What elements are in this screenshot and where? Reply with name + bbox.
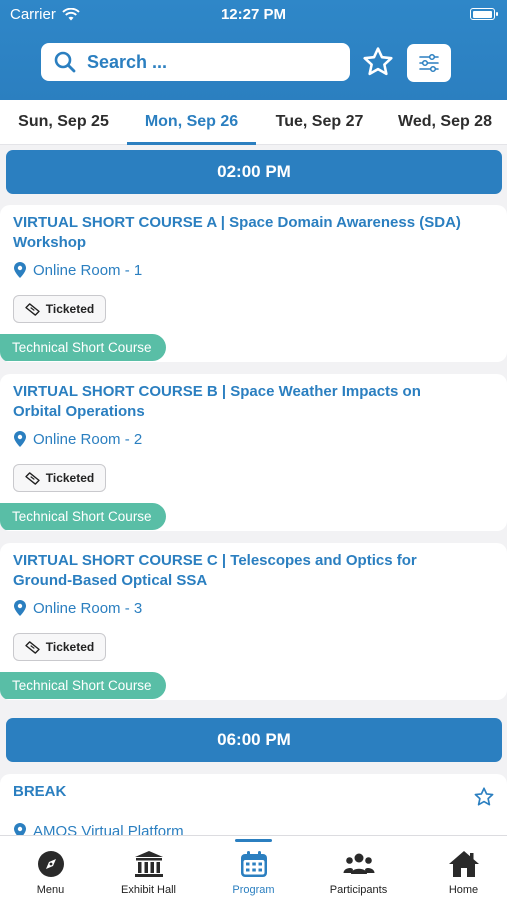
nav-label: Home [448, 884, 479, 896]
ticket-icon [25, 640, 40, 654]
compass-icon [35, 848, 67, 880]
ticketed-badge: Ticketed [13, 464, 106, 492]
ticket-icon [25, 302, 40, 316]
battery-icon [470, 8, 498, 20]
tab-wed-sep-28[interactable]: Wed, Sep 28 [383, 100, 507, 145]
ticket-icon [25, 471, 40, 485]
session-title: VIRTUAL SHORT COURSE C | Telescopes and … [13, 552, 417, 589]
sliders-icon [419, 53, 439, 73]
session-card[interactable]: VIRTUAL SHORT COURSE A | Space Domain Aw… [0, 205, 507, 362]
session-card[interactable]: BREAK AMOS Virtual Platform [0, 774, 507, 835]
session-room: AMOS Virtual Platform [13, 822, 184, 835]
room-label: AMOS Virtual Platform [33, 822, 184, 836]
session-room: Online Room - 3 [13, 599, 142, 617]
badge-label: Ticketed [45, 471, 95, 485]
search-input[interactable]: Search ... [41, 43, 350, 81]
room-label: Online Room - 1 [33, 261, 143, 279]
status-bar: Carrier 12:27 PM [0, 0, 507, 30]
nav-menu[interactable]: Menu [0, 836, 101, 900]
location-pin-icon [14, 600, 26, 616]
search-icon [54, 51, 76, 73]
badge-label: Ticketed [45, 640, 95, 654]
ticketed-badge: Ticketed [13, 633, 106, 661]
date-tabs: Sun, Sep 25 Mon, Sep 26 Tue, Sep 27 Wed,… [0, 100, 507, 145]
star-icon [363, 47, 393, 76]
time-slot-header: 02:00 PM [6, 150, 502, 194]
room-label: Online Room - 2 [33, 430, 143, 448]
nav-label: Program [232, 884, 275, 896]
session-title: VIRTUAL SHORT COURSE A | Space Domain Aw… [13, 214, 461, 251]
time-slot-header: 06:00 PM [6, 718, 502, 762]
session-title: VIRTUAL SHORT COURSE B | Space Weather I… [13, 383, 421, 420]
nav-exhibit-hall[interactable]: Exhibit Hall [98, 836, 199, 900]
session-card[interactable]: VIRTUAL SHORT COURSE B | Space Weather I… [0, 374, 507, 531]
home-icon [448, 848, 480, 880]
filter-button[interactable] [407, 44, 451, 82]
app-header: Carrier 12:27 PM Search ... [0, 0, 507, 100]
nav-program[interactable]: Program [203, 836, 304, 900]
tab-mon-sep-26[interactable]: Mon, Sep 26 [127, 100, 256, 145]
program-list: 02:00 PM VIRTUAL SHORT COURSE A | Space … [0, 145, 507, 835]
tab-tue-sep-27[interactable]: Tue, Sep 27 [256, 100, 383, 145]
calendar-icon [238, 848, 270, 880]
location-pin-icon [14, 262, 26, 278]
track-tag: Technical Short Course [0, 503, 166, 530]
nav-home[interactable]: Home [413, 836, 507, 900]
location-pin-icon [14, 431, 26, 447]
session-room: Online Room - 1 [13, 261, 142, 279]
status-time: 12:27 PM [220, 6, 287, 23]
session-title: BREAK [13, 783, 67, 800]
track-tag: Technical Short Course [0, 334, 166, 361]
location-pin-icon [14, 823, 26, 835]
ticketed-badge: Ticketed [13, 295, 106, 323]
search-placeholder: Search ... [87, 51, 168, 72]
nav-label: Participants [329, 884, 388, 896]
track-tag: Technical Short Course [0, 672, 166, 699]
favorites-button[interactable] [360, 44, 396, 80]
favorite-button[interactable] [473, 786, 495, 813]
session-room: Online Room - 2 [13, 430, 142, 448]
people-icon [343, 848, 375, 880]
bottom-tab-bar: Menu Exhibit Hall Program Participants H… [0, 835, 507, 900]
room-label: Online Room - 3 [33, 599, 143, 617]
building-icon [133, 848, 165, 880]
star-icon [474, 787, 494, 806]
session-card[interactable]: VIRTUAL SHORT COURSE C | Telescopes and … [0, 543, 507, 700]
nav-label: Exhibit Hall [120, 884, 177, 896]
nav-label: Menu [36, 884, 65, 896]
nav-participants[interactable]: Participants [308, 836, 409, 900]
tab-sun-sep-25[interactable]: Sun, Sep 25 [0, 100, 127, 145]
badge-label: Ticketed [45, 302, 95, 316]
